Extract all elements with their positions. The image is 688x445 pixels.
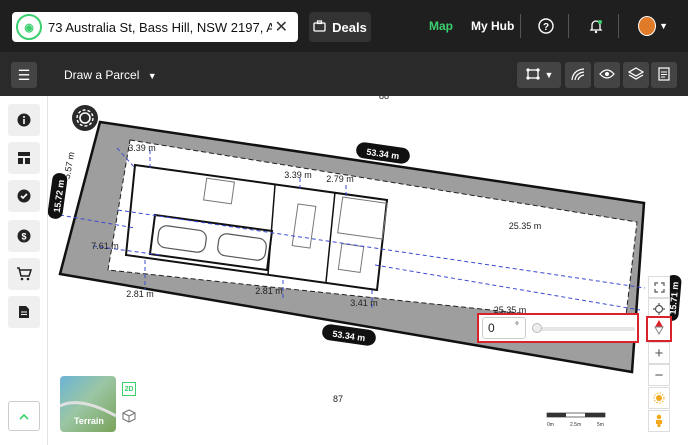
- view-2d-button[interactable]: 2D: [122, 382, 136, 396]
- top-bar: ◉ ✕ Deals Map My Hub ? ▼: [0, 0, 688, 52]
- dim-279: 2.79 m: [326, 174, 354, 184]
- rotation-control: °: [477, 313, 639, 343]
- divider: [568, 14, 569, 38]
- dim-281-a: 2.81 m: [126, 289, 154, 299]
- user-menu[interactable]: ▼: [638, 16, 668, 36]
- dollar-icon[interactable]: $: [8, 220, 40, 252]
- street-view-pegman-icon[interactable]: [648, 410, 670, 432]
- briefcase-icon: [313, 19, 326, 35]
- check-circle-icon[interactable]: [8, 180, 40, 212]
- collapse-panel-button[interactable]: [8, 401, 40, 431]
- layers-icon: [627, 66, 645, 84]
- divider: [520, 14, 521, 38]
- panel-menu-icon[interactable]: ☰: [11, 62, 37, 88]
- help-icon[interactable]: ?: [536, 16, 556, 36]
- draw-parcel-dropdown[interactable]: Draw a Parcel ▼: [64, 68, 157, 82]
- terrain-basemap-thumbnail[interactable]: Terrain: [60, 376, 116, 432]
- document-icon[interactable]: [8, 296, 40, 328]
- nav-my-hub[interactable]: My Hub: [471, 19, 514, 33]
- boundary-label-left: 15.72 m: [47, 173, 68, 219]
- notification-bell-icon[interactable]: [586, 16, 606, 36]
- dim-761: 7.61 m: [91, 241, 119, 251]
- deals-label: Deals: [332, 19, 367, 35]
- left-sidebar: $: [0, 96, 48, 445]
- info-icon[interactable]: [8, 104, 40, 136]
- layers-button[interactable]: [623, 62, 649, 88]
- measure-tool-dropdown[interactable]: ▼: [517, 62, 561, 88]
- report-button[interactable]: [651, 62, 677, 88]
- lot-number-88: 88: [379, 96, 389, 101]
- compass-north-button[interactable]: [646, 316, 672, 342]
- dim-2535-a: 25.35 m: [509, 221, 542, 231]
- scale-tick: 5m: [597, 422, 604, 428]
- rotation-slider[interactable]: [535, 327, 635, 331]
- cart-icon[interactable]: [8, 258, 40, 290]
- rotation-slider-handle[interactable]: [532, 323, 542, 333]
- view-3d-cube-icon[interactable]: [121, 408, 137, 424]
- dim-281-b: 2.81 m: [255, 286, 283, 296]
- chevron-down-icon: ▼: [147, 71, 157, 81]
- app-logo-icon: ◉: [16, 14, 42, 40]
- scale-tick: 2.5m: [570, 422, 581, 428]
- visibility-button[interactable]: [594, 62, 620, 88]
- rotation-unit: °: [515, 321, 519, 332]
- document-icon: [658, 66, 670, 84]
- scale-bar: 0m 2.5m 5m: [546, 412, 606, 428]
- chevron-down-icon: ▼: [544, 70, 554, 80]
- deals-button[interactable]: Deals: [309, 12, 371, 42]
- chevron-up-icon: [19, 409, 29, 423]
- dim-341: 3.41 m: [350, 298, 378, 308]
- nav-map[interactable]: Map: [429, 19, 453, 33]
- chevron-down-icon: ▼: [659, 21, 668, 31]
- compass-icon: [654, 319, 664, 340]
- zoom-out-button[interactable]: −: [648, 364, 670, 386]
- contours-button[interactable]: [565, 62, 591, 88]
- draw-parcel-label: Draw a Parcel: [64, 68, 140, 82]
- layout-icon[interactable]: [8, 142, 40, 174]
- measure-icon: [525, 67, 541, 84]
- scale-tick: 0m: [547, 422, 554, 428]
- svg-text:?: ?: [543, 22, 549, 33]
- rotation-input[interactable]: [482, 317, 526, 339]
- clear-search-icon[interactable]: ✕: [275, 17, 288, 37]
- fullscreen-icon[interactable]: [648, 276, 670, 298]
- eye-icon: [599, 68, 615, 83]
- zoom-in-button[interactable]: +: [648, 342, 670, 364]
- dim-339-left: 3.39 m: [128, 143, 156, 153]
- map-toolbar: ☰ Draw a Parcel ▼ ▼: [0, 52, 688, 96]
- terrain-label: Terrain: [74, 416, 104, 426]
- dim-339-mid: 3.39 m: [284, 170, 312, 180]
- divider: [618, 14, 619, 38]
- address-search[interactable]: ◉ ✕: [12, 12, 298, 42]
- svg-text:$: $: [21, 232, 26, 242]
- contour-lines-icon: [570, 67, 586, 84]
- sun-icon[interactable]: [648, 387, 670, 409]
- lot-number-87: 87: [333, 394, 343, 404]
- avatar: [638, 16, 657, 36]
- plan-settings-gear-icon: [72, 105, 98, 131]
- address-search-input[interactable]: [48, 19, 272, 35]
